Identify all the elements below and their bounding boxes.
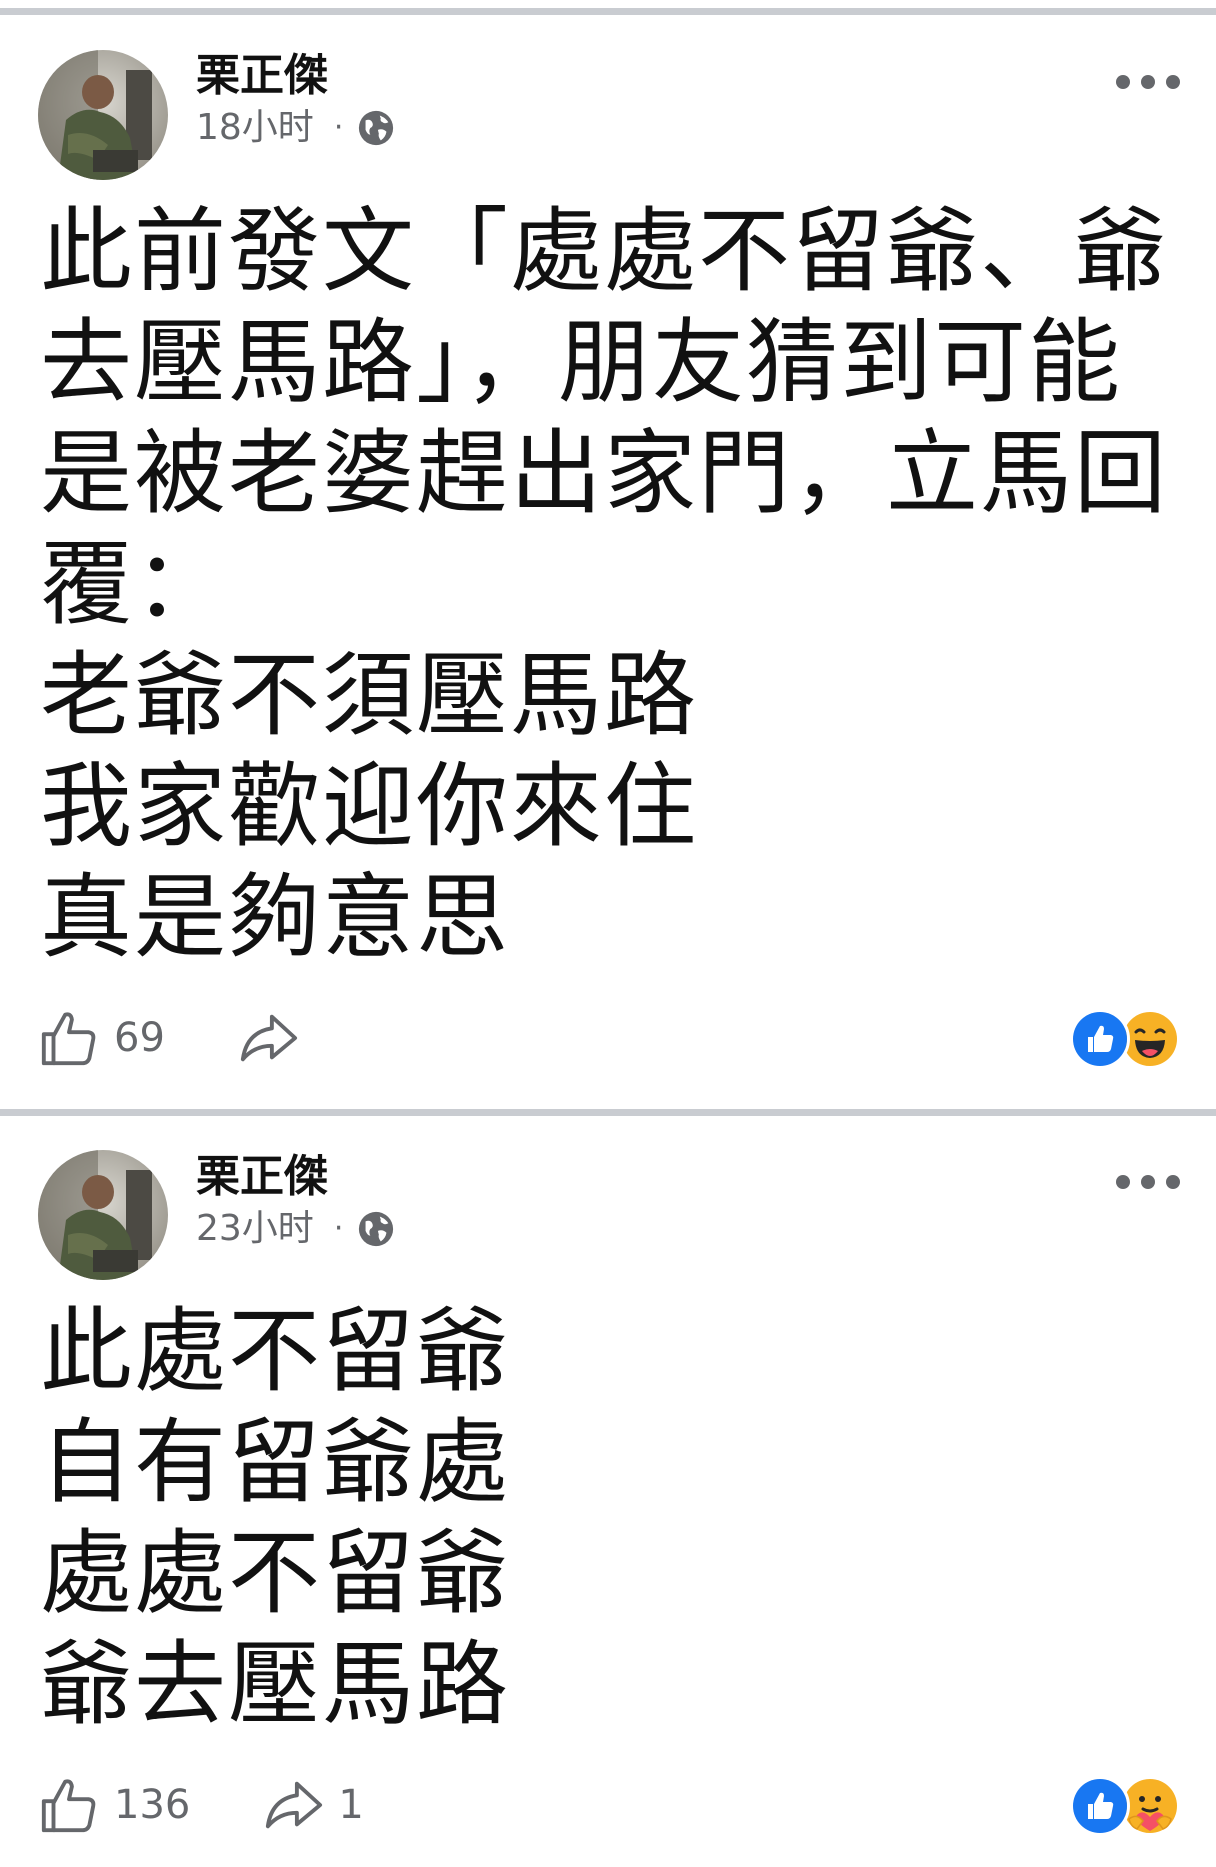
share-arrow-icon[interactable] bbox=[237, 1007, 299, 1069]
more-dot-icon bbox=[1166, 1175, 1180, 1189]
more-dot-icon bbox=[1166, 75, 1180, 89]
post-author-name[interactable]: 栗正傑 bbox=[196, 54, 328, 98]
feed-divider-top bbox=[0, 8, 1216, 15]
post-timestamp[interactable]: 18小时 bbox=[196, 110, 314, 146]
post-actions: 69 bbox=[38, 1003, 313, 1073]
avatar[interactable] bbox=[38, 1150, 168, 1280]
more-dot-icon bbox=[1141, 75, 1155, 89]
post-meta: 23小时 · bbox=[196, 1207, 395, 1251]
post-body-text: 此處不留爺 自有留爺處 處處不留爺 爺去壓馬路 bbox=[40, 1298, 511, 1738]
more-dot-icon bbox=[1141, 1175, 1155, 1189]
avatar-photo bbox=[38, 50, 168, 180]
more-dot-icon bbox=[1116, 1175, 1130, 1189]
share-count[interactable]: 1 bbox=[338, 1785, 363, 1825]
like-reaction-icon bbox=[1070, 1009, 1130, 1069]
post-actions: 136 1 bbox=[38, 1770, 364, 1840]
like-thumb-icon[interactable] bbox=[38, 1774, 100, 1836]
like-reaction-icon bbox=[1070, 1776, 1130, 1836]
like-count[interactable]: 69 bbox=[114, 1018, 165, 1058]
avatar[interactable] bbox=[38, 50, 168, 180]
like-thumb-icon[interactable] bbox=[38, 1007, 100, 1069]
more-options-button[interactable] bbox=[1116, 72, 1180, 92]
globe-icon bbox=[359, 1211, 394, 1247]
reaction-summary[interactable] bbox=[1070, 1776, 1180, 1836]
like-count[interactable]: 136 bbox=[114, 1785, 190, 1825]
post-meta: 18小时 · bbox=[196, 106, 395, 150]
post-author-name[interactable]: 栗正傑 bbox=[196, 1155, 328, 1199]
share-arrow-icon[interactable] bbox=[262, 1774, 324, 1836]
avatar-photo bbox=[38, 1150, 168, 1280]
meta-separator: · bbox=[333, 110, 344, 145]
more-options-button[interactable] bbox=[1116, 1172, 1180, 1192]
reaction-summary[interactable] bbox=[1070, 1009, 1180, 1069]
post-body-text: 此前發文「處處不留爺、爺 去壓馬路」，朋友猜到可能 是被老婆趕出家門，立馬回 覆… bbox=[40, 198, 1169, 971]
feed-divider bbox=[0, 1109, 1216, 1116]
more-dot-icon bbox=[1116, 75, 1130, 89]
globe-icon bbox=[359, 110, 394, 146]
meta-separator: · bbox=[333, 1211, 344, 1246]
post-timestamp[interactable]: 23小时 bbox=[196, 1211, 314, 1247]
